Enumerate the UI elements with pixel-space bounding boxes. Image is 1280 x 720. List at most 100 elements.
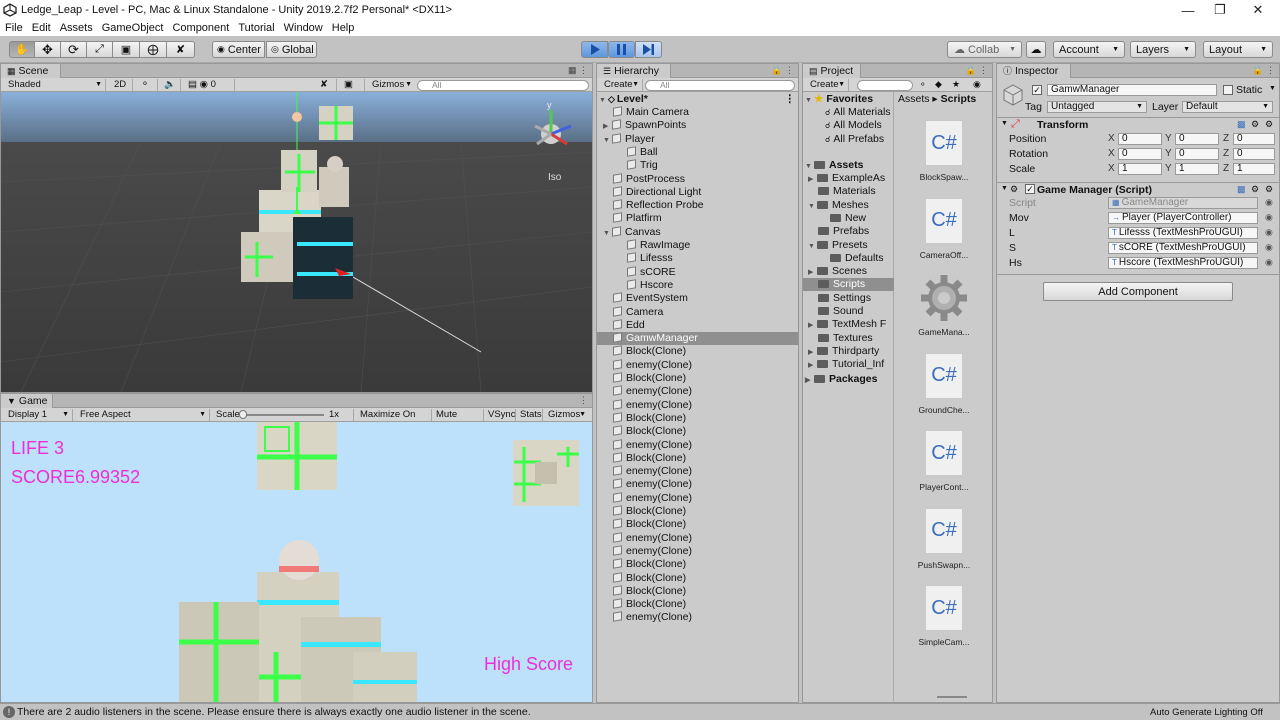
project-folder-item[interactable]: ▶ Scenes (803, 265, 894, 278)
component-enabled-checkbox[interactable]: ✓ (1025, 184, 1035, 194)
move-tool-button[interactable]: ✥ (34, 41, 61, 58)
hierarchy-item[interactable]: PostProcess (597, 173, 798, 186)
object-picker-icon[interactable]: ◉ (1265, 227, 1273, 238)
object-picker-icon[interactable]: ◉ (1265, 197, 1273, 208)
pause-button[interactable] (608, 41, 635, 58)
menu-gameobject[interactable]: GameObject (97, 22, 168, 34)
hierarchy-item[interactable]: Ball (597, 146, 798, 159)
layer-dropdown[interactable]: Default ▼ (1182, 101, 1273, 113)
project-folder-item[interactable]: New (803, 212, 894, 225)
scale-thumb[interactable] (239, 410, 247, 419)
hierarchy-item[interactable]: Block(Clone) (597, 345, 798, 358)
project-file-item[interactable]: C# PushSwapn... (895, 506, 992, 578)
hierarchy-item[interactable]: Block(Clone) (597, 372, 798, 385)
hierarchy-item[interactable]: Camera (597, 306, 798, 319)
packages-row[interactable]: ▶ Packages (805, 373, 877, 386)
hierarchy-item[interactable]: enemy(Clone) (597, 532, 798, 545)
panel-menu-icon[interactable]: 🔒 ⋮ (965, 65, 988, 76)
game-gizmos-dropdown[interactable]: Gizmos ▼ (545, 409, 589, 421)
hierarchy-item[interactable]: enemy(Clone) (597, 611, 798, 624)
collapse-arrow-icon[interactable]: ▶ (808, 359, 817, 371)
menu-help[interactable]: Help (327, 22, 359, 34)
hierarchy-item[interactable]: RawImage (597, 239, 798, 252)
pivot-global-button[interactable]: ◎ Global (266, 41, 317, 58)
effects-dropdown[interactable]: ▤ ◉ 0 (185, 79, 235, 91)
tools-toggle[interactable]: ✘ (317, 79, 337, 91)
hierarchy-item[interactable]: Directional Light (597, 186, 798, 199)
panel-menu-icon[interactable]: ▦ ⋮ (568, 65, 588, 76)
rect-tool-button[interactable]: ▣ (112, 41, 140, 58)
project-file-item[interactable]: C# SimpleCam... (895, 583, 992, 655)
tab-game[interactable]: ▼ Game (1, 394, 53, 408)
project-folder-item[interactable]: ▶ Thirdparty (803, 345, 894, 358)
favorite-item[interactable]: ☌ All Materials (825, 106, 891, 119)
hierarchy-item[interactable]: ▶ SpawnPoints (597, 119, 798, 132)
object-reference-field[interactable]: T Lifesss (TextMeshProUGUI) (1108, 227, 1258, 239)
breadcrumb-scripts[interactable]: Scripts (941, 93, 977, 105)
hierarchy-item[interactable]: Block(Clone) (597, 425, 798, 438)
help-book-icon[interactable]: ▩ (1237, 119, 1246, 130)
hierarchy-search-input[interactable]: All (645, 80, 795, 91)
transform-z-field[interactable]: 0 (1233, 148, 1275, 160)
transform-z-field[interactable]: 0 (1233, 133, 1275, 145)
collapse-arrow-icon[interactable]: ▶ (808, 346, 817, 358)
menu-tutorial[interactable]: Tutorial (233, 22, 278, 34)
object-reference-field[interactable]: → Player (PlayerController) (1108, 212, 1258, 224)
audio-toggle[interactable]: 🔈 (161, 79, 181, 91)
expand-arrow-icon[interactable]: ▼ (603, 134, 612, 147)
hierarchy-item[interactable]: Trig (597, 159, 798, 172)
expand-arrow-icon[interactable]: ▼ (808, 200, 817, 212)
hierarchy-item[interactable]: Main Camera (597, 106, 798, 119)
active-checkbox[interactable]: ✓ (1032, 85, 1042, 95)
hierarchy-item[interactable]: Block(Clone) (597, 585, 798, 598)
cloud-services-button[interactable]: ☁ (1026, 41, 1046, 58)
hierarchy-item[interactable]: enemy(Clone) (597, 545, 798, 558)
hierarchy-item[interactable]: enemy(Clone) (597, 492, 798, 505)
project-file-item[interactable]: C# BlockSpaw... (895, 118, 992, 190)
hierarchy-item[interactable]: enemy(Clone) (597, 399, 798, 412)
transform-y-field[interactable]: 0 (1175, 148, 1219, 160)
tab-project[interactable]: ▤ Project (803, 64, 861, 78)
hierarchy-item[interactable]: EventSystem (597, 292, 798, 305)
menu-window[interactable]: Window (279, 22, 327, 34)
hierarchy-item[interactable]: Block(Clone) (597, 558, 798, 571)
filter-type-icon[interactable]: ⚬ (919, 79, 927, 90)
menu-assets[interactable]: Assets (55, 22, 97, 34)
collapse-arrow-icon[interactable]: ▶ (808, 173, 817, 185)
assets-root-row[interactable]: ▼ Assets (805, 159, 863, 172)
project-folder-item[interactable]: Sound (803, 305, 894, 318)
hierarchy-item[interactable]: Edd (597, 319, 798, 332)
favorite-star-icon[interactable]: ★ (952, 79, 960, 90)
hierarchy-item[interactable]: Block(Clone) (597, 505, 798, 518)
hidden-packages-icon[interactable]: ◉ (973, 79, 981, 90)
transform-header[interactable]: ▼ ⤢ Transform ▩ ⚙ ⚙ (997, 118, 1279, 132)
collab-dropdown[interactable]: ☁ Collab ▼ (947, 41, 1022, 58)
transform-x-field[interactable]: 1 (1118, 163, 1162, 175)
project-file-item[interactable]: C# PlayerCont... (895, 428, 992, 500)
camera-dropdown[interactable]: ▣ (341, 79, 365, 91)
scale-tool-button[interactable]: ⤢ (86, 41, 113, 58)
mute-audio-toggle[interactable]: Mute Audio (433, 409, 484, 432)
hierarchy-item[interactable]: Block(Clone) (597, 452, 798, 465)
project-folder-item[interactable]: Prefabs (803, 225, 894, 238)
lighting-status[interactable]: Auto Generate Lighting Off (1150, 707, 1263, 718)
script-component-header[interactable]: ▼ ⚙ ✓ Game Manager (Script) ▩ ⚙ ⚙ (997, 183, 1279, 197)
panel-menu-icon[interactable]: 🔒 ⋮ (771, 65, 794, 76)
icon-size-slider[interactable] (937, 696, 967, 698)
vsync-toggle[interactable]: VSync (485, 409, 516, 421)
object-picker-icon[interactable]: ◉ (1265, 257, 1273, 268)
pivot-center-button[interactable]: ◉ Center (212, 41, 265, 58)
shading-mode-dropdown[interactable]: Shaded ▼ (5, 79, 106, 91)
component-menu-icon[interactable]: ⚙ (1265, 119, 1273, 130)
tab-scene[interactable]: ▦ Scene (1, 64, 61, 78)
hierarchy-item[interactable]: Reflection Probe (597, 199, 798, 212)
tab-inspector[interactable]: ⓘ Inspector (997, 64, 1071, 78)
project-file-item[interactable]: C# CameraOff... (895, 196, 992, 268)
expand-arrow-icon[interactable]: ▼ (603, 227, 612, 240)
hierarchy-item[interactable]: enemy(Clone) (597, 439, 798, 452)
project-folder-item[interactable]: ▶ ExampleAs (803, 172, 894, 185)
project-create-dropdown[interactable]: Create ▼ (807, 79, 849, 91)
scene-search-input[interactable]: All (417, 80, 589, 91)
project-folder-item[interactable]: ▶ TextMesh F (803, 318, 894, 331)
breadcrumb-assets[interactable]: Assets (898, 93, 930, 105)
